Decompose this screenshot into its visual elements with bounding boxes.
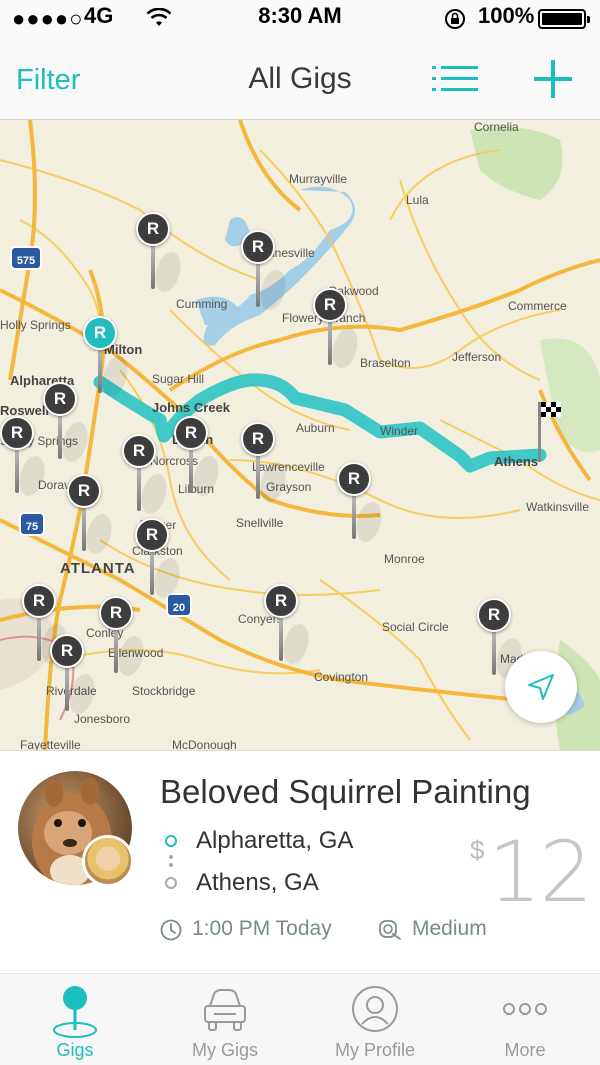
tab-label: Gigs: [56, 1040, 94, 1060]
tab-my-gigs[interactable]: My Gigs: [150, 974, 300, 1065]
page-title: All Gigs: [248, 62, 352, 95]
gig-title: Beloved Squirrel Painting: [160, 773, 531, 810]
user-avatar: [82, 835, 134, 887]
gig-pin[interactable]: R: [135, 518, 183, 598]
tab-bar: Gigs My Gigs My Profile More: [0, 973, 600, 1065]
highway-shield-20: 20: [166, 593, 192, 617]
battery-icon: [538, 9, 590, 29]
town-label: Lula: [406, 193, 429, 207]
town-label: Cumming: [176, 297, 228, 311]
size-icon: [379, 920, 401, 940]
town-label: Murrayville: [289, 172, 348, 186]
price-value: 12: [488, 823, 593, 921]
town-label: Watkinsville: [526, 500, 589, 514]
svg-text:75: 75: [26, 521, 38, 533]
town-label: Johns Creek: [152, 400, 231, 415]
town-label: Jonesboro: [74, 712, 131, 726]
town-label: Braselton: [360, 356, 411, 370]
map-pin-icon: [53, 986, 97, 1038]
tab-my-profile[interactable]: My Profile: [300, 974, 450, 1065]
more-dots-icon: [503, 1003, 547, 1015]
gig-pin[interactable]: R: [241, 230, 289, 310]
gig-pin[interactable]: R: [50, 634, 98, 714]
town-label: Monroe: [384, 552, 425, 566]
town-label: Auburn: [296, 421, 335, 435]
town-label: Jefferson: [452, 350, 502, 364]
gig-size: Medium: [412, 917, 487, 940]
destination-marker: [165, 877, 177, 889]
checkered-flag-icon: [538, 402, 561, 462]
plus-icon[interactable]: [532, 58, 574, 100]
origin-marker: [165, 835, 177, 847]
clock-icon: [160, 919, 182, 941]
highway-shield-75: 75: [19, 512, 45, 536]
svg-text:575: 575: [17, 255, 35, 267]
car-icon: [204, 989, 246, 1031]
town-label: Snellville: [236, 516, 284, 530]
town-label: McDonough: [172, 738, 237, 750]
price-currency: $: [470, 835, 485, 865]
town-label: Sugar Hill: [152, 372, 205, 386]
route-connector: [169, 855, 173, 871]
gig-pin-selected[interactable]: R: [83, 316, 131, 396]
gig-pin[interactable]: R: [313, 288, 361, 368]
profile-icon: [352, 986, 398, 1032]
navigation-arrow-icon: [528, 674, 554, 700]
gig-pin[interactable]: R: [241, 422, 289, 502]
gig-pin[interactable]: R: [337, 462, 385, 542]
nav-bar: Filter All Gigs: [0, 34, 600, 120]
gig-card[interactable]: Beloved Squirrel Painting Alpharetta, GA…: [0, 750, 600, 973]
locate-button[interactable]: [505, 651, 577, 723]
origin-location: Alpharetta, GA: [196, 827, 354, 854]
gig-pin[interactable]: R: [67, 474, 115, 554]
rotation-lock-icon: [445, 9, 465, 29]
list-icon[interactable]: [432, 64, 478, 94]
gig-pin[interactable]: R: [477, 598, 525, 678]
gig-pin[interactable]: R: [136, 212, 184, 292]
gig-pin[interactable]: R: [174, 416, 222, 496]
tab-gigs[interactable]: Gigs: [0, 974, 150, 1065]
town-label: Fayetteville: [20, 738, 81, 750]
filter-button[interactable]: Filter: [16, 64, 80, 97]
tab-more[interactable]: More: [450, 974, 600, 1065]
town-label: Social Circle: [382, 620, 449, 634]
highway-shield-575: 575: [10, 246, 42, 270]
battery-percent: 100%: [478, 3, 535, 28]
gig-time: 1:00 PM Today: [192, 917, 332, 940]
town-label: Holly Springs: [0, 318, 71, 332]
svg-text:20: 20: [173, 602, 185, 614]
status-bar: ●●●●○ 4G 8:30 AM 100%: [0, 0, 600, 34]
battery-level: [542, 13, 582, 25]
tab-label: More: [504, 1040, 546, 1060]
town-label: Cornelia: [474, 120, 519, 134]
gig-pin[interactable]: R: [99, 596, 147, 676]
gig-pin[interactable]: R: [43, 382, 91, 462]
town-label: Commerce: [508, 299, 567, 313]
gig-pin[interactable]: R: [0, 416, 48, 496]
town-label: ATLANTA: [60, 560, 136, 577]
tab-label: My Gigs: [191, 1040, 258, 1060]
town-label: Winder: [380, 424, 419, 438]
gig-pin[interactable]: R: [264, 584, 312, 664]
map-view[interactable]: 575 75 20 Cornelia Murrayville Lula Gain…: [0, 120, 600, 750]
gig-pin[interactable]: R: [122, 434, 170, 514]
town-label: Stockbridge: [132, 684, 196, 698]
tab-label: My Profile: [334, 1040, 415, 1060]
destination-location: Athens, GA: [196, 869, 319, 896]
town-label: Covington: [314, 670, 369, 684]
